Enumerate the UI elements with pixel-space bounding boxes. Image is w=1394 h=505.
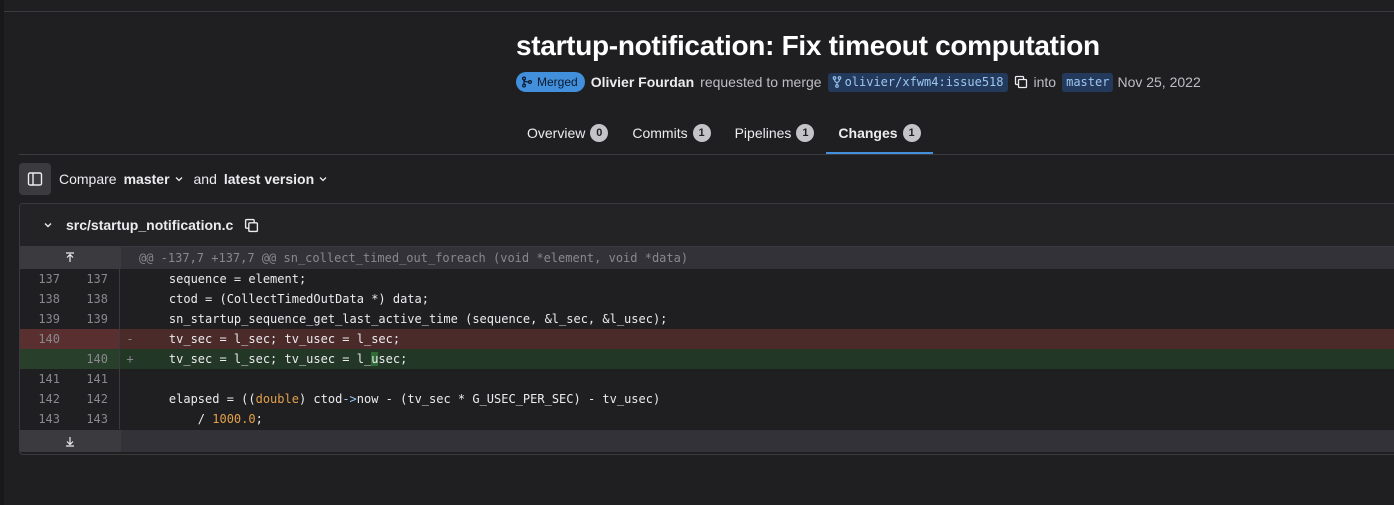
sidebar-icon — [27, 172, 43, 186]
diff-line: 142 142 elapsed = ((double) ctod->now - … — [20, 389, 1394, 409]
diff-file: src/startup_notification.c @@ -137,7 +13… — [19, 203, 1394, 455]
diff-sign — [120, 409, 140, 429]
target-branch[interactable]: master — [1062, 72, 1114, 92]
code-line: ctod = (CollectTimedOutData *) data; — [140, 292, 429, 306]
new-line-number[interactable]: 141 — [70, 369, 120, 389]
and-text: and — [193, 171, 217, 187]
file-path[interactable]: src/startup_notification.c — [66, 217, 233, 233]
code-line: tv_sec = l_sec; tv_usec = l_usec; — [140, 352, 408, 366]
old-line-number[interactable]: 142 — [20, 389, 70, 409]
diff-line: 141 141 — [20, 369, 1394, 389]
diff-line-added: 140 + tv_sec = l_sec; tv_usec = l_usec; — [20, 349, 1394, 369]
old-line-number[interactable]: 141 — [20, 369, 70, 389]
tabs-divider — [19, 154, 1394, 155]
source-branch-name: olivier/xfwm4:issue518 — [844, 75, 1004, 89]
tab-label: Changes — [838, 125, 898, 141]
diff-line-deleted: 140 - tv_sec = l_sec; tv_usec = l_sec; — [20, 329, 1394, 349]
mr-date: Nov 25, 2022 — [1117, 74, 1201, 90]
diff-code: @@ -137,7 +137,7 @@ sn_collect_timed_out… — [20, 247, 1394, 452]
tab-count: 1 — [902, 124, 921, 142]
head-version-label: latest version — [223, 171, 315, 187]
expand-down-icon — [66, 437, 74, 447]
diff-line: 139 139 sn_startup_sequence_get_last_act… — [20, 309, 1394, 329]
diff-sign — [120, 369, 140, 389]
new-line-number[interactable]: 139 — [70, 309, 120, 329]
old-line-number[interactable]: 138 — [20, 289, 70, 309]
tab-changes[interactable]: Changes 1 — [826, 114, 933, 154]
head-version-dropdown[interactable]: latest version — [224, 171, 328, 187]
tab-count: 1 — [692, 124, 711, 142]
file-tree-toggle-button[interactable] — [19, 163, 51, 195]
new-line-number[interactable]: 143 — [70, 409, 120, 429]
diff-sign — [120, 289, 140, 309]
new-line-number[interactable]: 142 — [70, 389, 120, 409]
branch-icon — [832, 76, 841, 88]
left-rail — [0, 0, 4, 505]
tab-label: Commits — [632, 125, 688, 141]
compare-bar: Compare master and latest version — [19, 163, 328, 195]
chevron-down-icon — [175, 177, 182, 182]
base-version-dropdown[interactable]: master — [124, 171, 184, 187]
code-line: sn_startup_sequence_get_last_active_time… — [140, 312, 668, 326]
chevron-down-icon — [319, 177, 327, 182]
tab-label: Pipelines — [734, 125, 792, 141]
hunk-header: @@ -137,7 +137,7 @@ sn_collect_timed_out… — [139, 251, 689, 265]
new-line-number[interactable]: 137 — [70, 269, 120, 289]
code-line: sequence = element; — [140, 272, 307, 286]
tab-count: 1 — [796, 124, 815, 142]
new-line-number[interactable]: 140 — [70, 349, 120, 369]
status-badge: Merged — [516, 72, 585, 92]
diff-line: 138 138 ctod = (CollectTimedOutData *) d… — [20, 289, 1394, 309]
chevron-down-icon — [44, 223, 52, 228]
tab-commits[interactable]: Commits 1 — [620, 114, 722, 152]
old-line-number[interactable]: 137 — [20, 269, 70, 289]
author-link[interactable]: Olivier Fourdan — [591, 74, 694, 90]
expand-down-button[interactable] — [20, 430, 121, 452]
page-title: startup-notification: Fix timeout comput… — [516, 30, 1100, 61]
merge-icon — [522, 76, 532, 88]
diff-sign — [120, 389, 140, 409]
expand-down-row — [20, 430, 1394, 452]
old-line-number[interactable]: 139 — [20, 309, 70, 329]
compare-label: Compare — [59, 171, 117, 187]
source-branch[interactable]: olivier/xfwm4:issue518 — [827, 72, 1008, 92]
diff-sign — [120, 309, 140, 329]
status-text: Merged — [537, 75, 578, 89]
old-line-number[interactable] — [20, 349, 70, 369]
mr-meta: Merged Olivier Fourdan requested to merg… — [516, 72, 1201, 92]
expand-up-icon — [66, 252, 74, 262]
code-line: elapsed = ((double) ctod->now - (tv_sec … — [140, 392, 661, 406]
tab-overview[interactable]: Overview 0 — [516, 114, 620, 152]
code-line: tv_sec = l_sec; tv_usec = l_sec; — [140, 332, 401, 346]
copy-file-path-icon[interactable] — [244, 218, 259, 233]
old-line-number[interactable]: 140 — [20, 329, 70, 349]
top-divider — [4, 11, 1394, 12]
collapse-file-toggle[interactable] — [42, 219, 54, 231]
tab-count: 0 — [590, 124, 609, 142]
tab-label: Overview — [527, 125, 586, 141]
hunk-header-row: @@ -137,7 +137,7 @@ sn_collect_timed_out… — [20, 247, 1394, 269]
diff-file-header: src/startup_notification.c — [20, 204, 1394, 247]
expand-up-button[interactable] — [20, 247, 121, 269]
diff-line: 137 137 sequence = element; — [20, 269, 1394, 289]
diff-sign — [120, 269, 140, 289]
mr-tabs: Overview 0 Commits 1 Pipelines 1 Changes… — [516, 114, 933, 154]
old-line-number[interactable]: 143 — [20, 409, 70, 429]
base-version-label: master — [123, 171, 170, 187]
tab-pipelines[interactable]: Pipelines 1 — [723, 114, 827, 152]
code-line: / 1000.0; — [140, 412, 263, 426]
copy-branch-icon[interactable] — [1014, 75, 1028, 89]
diff-sign: - — [126, 332, 134, 346]
requested-text: requested to merge — [700, 74, 822, 90]
diff-line: 143 143 / 1000.0; — [20, 409, 1394, 429]
diff-sign: + — [126, 352, 134, 366]
new-line-number[interactable] — [70, 329, 120, 349]
into-text: into — [1033, 74, 1057, 90]
new-line-number[interactable]: 138 — [70, 289, 120, 309]
